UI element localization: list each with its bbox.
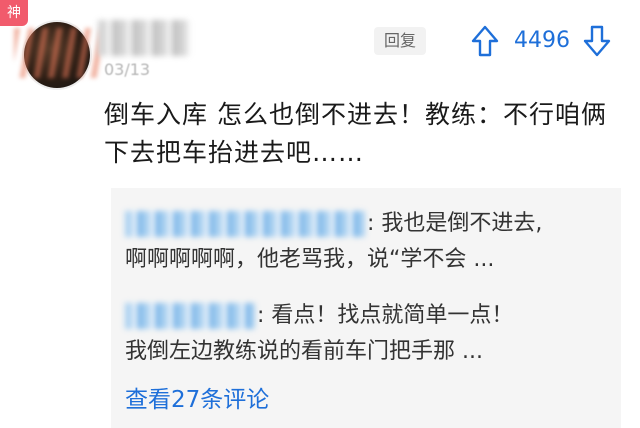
comment-text: 倒车入库 怎么也倒不进去！教练：不行咱俩下去把车抬进去吧…… (104, 100, 607, 167)
avatar[interactable] (24, 22, 90, 88)
replies-panel: : 我也是倒不进去, 啊啊啊啊啊，他老骂我，说“学不会 ... : 看点！找点就… (111, 188, 621, 428)
reply-item[interactable]: : 我也是倒不进去, 啊啊啊啊啊，他老骂我，说“学不会 ... (125, 206, 605, 278)
god-comment-badge: 神 (0, 0, 28, 26)
reply-text-line1: : 看点！找点就简单一点！ (257, 303, 514, 328)
reply-text-line2: 啊啊啊啊啊，他老骂我，说“学不会 ... (125, 247, 495, 272)
post-date: 03/13 (104, 60, 151, 79)
reply-text-line1: : 我也是倒不进去, (367, 211, 543, 236)
reply-username-blurred[interactable] (125, 303, 255, 329)
reply-text-line2: 我倒左边教练说的看前车门把手那 ... (125, 339, 483, 364)
username-blurred[interactable] (98, 20, 190, 56)
see-more-comments-link[interactable]: 查看27条评论 (125, 380, 269, 414)
arrow-down-icon[interactable] (582, 24, 612, 58)
vote-count: 4496 (514, 28, 570, 53)
reply-item[interactable]: : 看点！找点就简单一点！ 我倒左边教练说的看前车门把手那 ... (125, 298, 605, 370)
reply-button[interactable]: 回复 (374, 27, 426, 55)
arrow-up-icon[interactable] (470, 24, 500, 58)
reply-username-blurred[interactable] (125, 211, 365, 237)
